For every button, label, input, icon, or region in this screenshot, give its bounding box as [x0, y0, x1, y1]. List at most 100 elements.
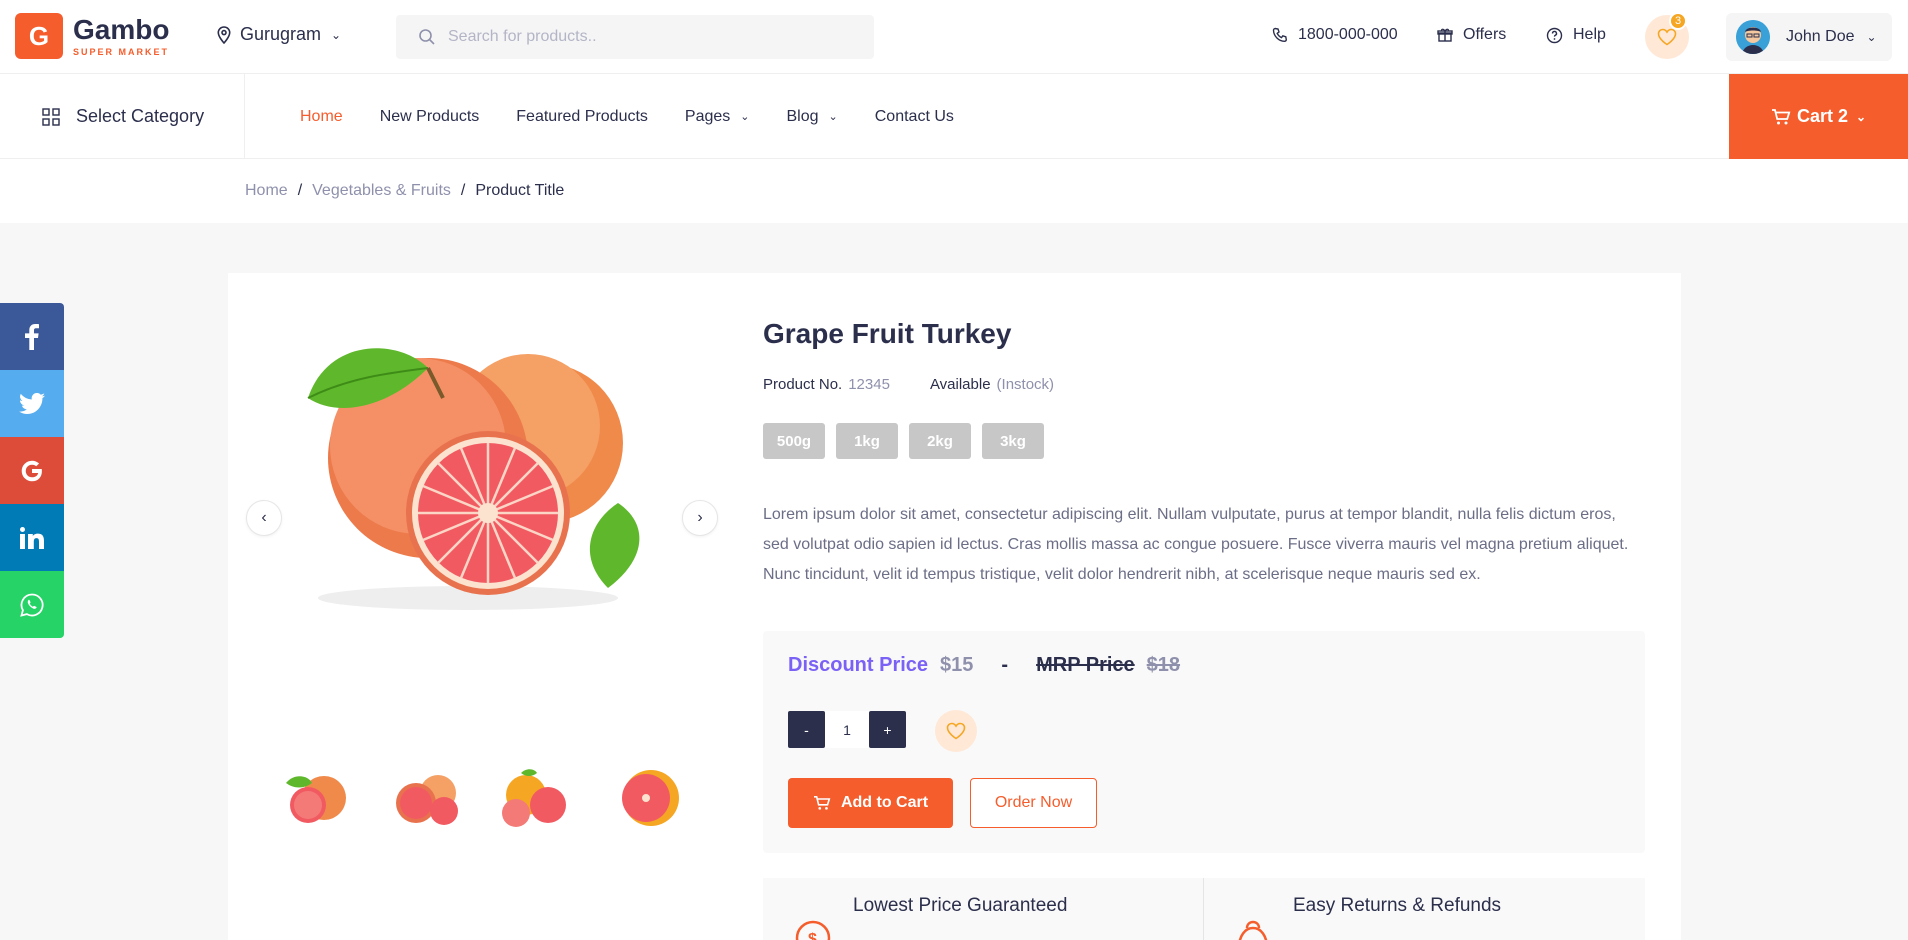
social-share-bar	[0, 303, 64, 638]
google-share-button[interactable]	[0, 437, 64, 504]
product-meta: Product No. 12345 Available (Instock)	[763, 376, 1054, 393]
location-selector[interactable]: Gurugram ⌄	[216, 24, 341, 45]
user-menu[interactable]: John Doe ⌄	[1726, 13, 1892, 61]
product-detail-card: ‹ › Grape Fruit Turkey Product No. 12345 …	[228, 273, 1681, 940]
add-to-cart-button[interactable]: Add to Cart	[788, 778, 953, 828]
nav-item-contact-us[interactable]: Contact Us	[875, 108, 954, 126]
map-pin-icon	[217, 25, 231, 44]
cart-icon	[1771, 108, 1791, 124]
size-option[interactable]: 2kg	[909, 423, 971, 459]
quantity-input[interactable]: 1	[825, 711, 869, 748]
quantity-stepper: - 1 +	[788, 711, 906, 748]
location-city: Gurugram	[240, 24, 322, 44]
logo-tagline: SUPER MARKET	[73, 46, 170, 57]
search-bar[interactable]	[396, 15, 874, 59]
nav-item-label: Blog	[786, 107, 819, 125]
breadcrumb-current: Product Title	[475, 182, 565, 199]
whatsapp-share-button[interactable]	[0, 571, 64, 638]
returns-icon	[1238, 920, 1268, 940]
heart-icon	[1657, 28, 1677, 46]
nav-item-label: Contact Us	[874, 107, 954, 125]
add-to-cart-label: Add to Cart	[840, 794, 929, 811]
next-image-button[interactable]: ›	[682, 500, 718, 536]
chevron-down-icon: ⌄	[828, 111, 838, 123]
product-main-image	[278, 308, 658, 628]
linkedin-share-button[interactable]	[0, 504, 64, 571]
chevron-left-icon: ‹	[261, 509, 267, 526]
twitter-share-button[interactable]	[0, 370, 64, 437]
logo-mark: G	[15, 13, 63, 59]
feature-title: Lowest Price Guaranteed	[853, 895, 1068, 916]
product-no-label: Product No.	[763, 376, 843, 393]
select-category-button[interactable]: Select Category	[0, 74, 245, 159]
whatsapp-icon	[20, 593, 44, 617]
nav-item-label: Pages	[684, 107, 731, 125]
feature-lowest-price: $ Lowest Price Guaranteed	[763, 878, 1203, 940]
feature-title: Easy Returns & Refunds	[1293, 895, 1502, 916]
product-thumbnail[interactable]	[276, 763, 358, 833]
linkedin-icon	[20, 526, 44, 549]
facebook-share-button[interactable]	[0, 303, 64, 370]
nav-item-new-products[interactable]: New Products	[380, 108, 480, 126]
chevron-down-icon: ⌄	[1855, 109, 1867, 124]
thumbnail-strip	[276, 763, 716, 833]
breadcrumb-category[interactable]: Vegetables & Fruits	[312, 182, 451, 200]
help-label: Help	[1573, 26, 1606, 43]
top-header: G Gambo SUPER MARKET Gurugram ⌄ 1800-000…	[0, 0, 1908, 74]
availability-value: (Instock)	[996, 376, 1055, 393]
facebook-icon	[25, 323, 39, 350]
heart-icon	[946, 722, 966, 740]
brand-logo[interactable]: G Gambo SUPER MARKET	[15, 13, 169, 59]
purchase-box: Discount Price $15 - MRP Price $18 - 1 +…	[763, 631, 1645, 853]
order-now-button[interactable]: Order Now	[970, 778, 1097, 828]
nav-item-label: Featured Products	[516, 107, 648, 125]
size-option[interactable]: 3kg	[982, 423, 1044, 459]
quantity-increase-button[interactable]: +	[869, 711, 906, 748]
cart-button[interactable]: Cart 2 ⌄	[1729, 74, 1908, 159]
logo-name: Gambo	[73, 13, 170, 45]
phone-link[interactable]: 1800-000-000	[1272, 26, 1398, 44]
product-thumbnail[interactable]	[606, 763, 688, 833]
quantity-decrease-button[interactable]: -	[788, 711, 825, 748]
breadcrumb-bar: Home / Vegetables & Fruits / Product Tit…	[0, 159, 1908, 223]
product-thumbnail[interactable]	[496, 763, 578, 833]
size-option[interactable]: 1kg	[836, 423, 898, 459]
discount-price-value: $15	[940, 654, 974, 676]
nav-item-label: Home	[300, 107, 343, 125]
add-to-wishlist-button[interactable]	[935, 710, 977, 752]
help-icon	[1546, 27, 1563, 43]
search-icon	[419, 29, 435, 45]
product-thumbnail[interactable]	[386, 763, 468, 833]
mrp-price-value: $18	[1146, 654, 1181, 676]
breadcrumb-separator: /	[297, 182, 303, 199]
search-input[interactable]	[448, 28, 848, 46]
nav-item-pages[interactable]: Pages ⌄	[685, 108, 750, 126]
nav-item-blog[interactable]: Blog ⌄	[787, 108, 838, 126]
offers-link[interactable]: Offers	[1437, 26, 1506, 44]
size-option[interactable]: 500g	[763, 423, 825, 459]
user-name: John Doe	[1786, 28, 1855, 45]
grid-icon	[42, 107, 60, 126]
size-options: 500g 1kg 2kg 3kg	[763, 423, 1055, 459]
availability-label: Available	[929, 376, 991, 393]
svg-text:$: $	[808, 931, 817, 940]
nav-item-home[interactable]: Home	[300, 108, 343, 126]
price-tag-icon: $	[795, 920, 831, 940]
breadcrumb-home[interactable]: Home	[245, 182, 288, 200]
breadcrumb-separator: /	[460, 182, 466, 199]
chevron-down-icon: ⌄	[331, 27, 342, 42]
nav-item-featured-products[interactable]: Featured Products	[516, 108, 648, 126]
mrp-price-label: MRP Price	[1036, 654, 1135, 676]
feature-easy-returns: Easy Returns & Refunds	[1203, 878, 1645, 940]
offers-label: Offers	[1463, 26, 1507, 43]
price-separator: -	[1001, 654, 1009, 676]
phone-number: 1800-000-000	[1298, 26, 1398, 43]
cart-label: Cart 2	[1796, 106, 1848, 126]
main-navigation: Select Category Home New Products Featur…	[0, 74, 1908, 159]
wishlist-count-badge: 3	[1669, 12, 1687, 30]
google-icon	[21, 460, 42, 481]
help-link[interactable]: Help	[1546, 26, 1606, 44]
cart-icon	[813, 795, 831, 810]
gift-icon	[1437, 28, 1453, 42]
prev-image-button[interactable]: ‹	[246, 500, 282, 536]
